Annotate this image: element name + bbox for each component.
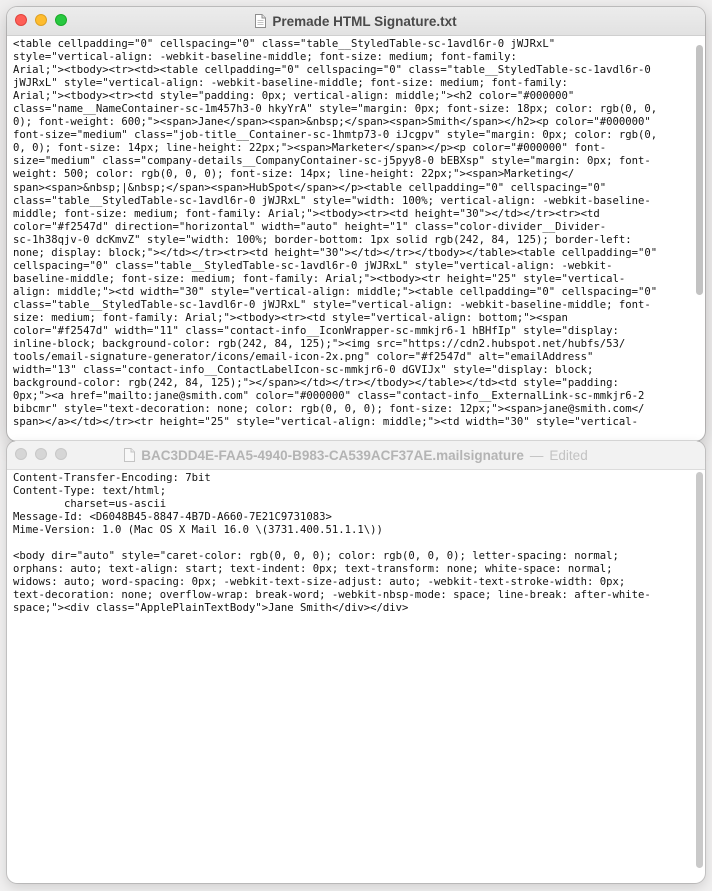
window-titlebar[interactable]: Premade HTML Signature.txt	[7, 7, 705, 36]
minimize-button[interactable]	[35, 14, 47, 26]
text-line: inline-block; background-color: rgb(242,…	[13, 338, 626, 351]
text-line: weight: 500; color: rgb(0, 0, 0); font-s…	[13, 168, 575, 181]
text-line: align: middle;"><td width="30" style="ve…	[13, 285, 658, 298]
text-line: 0px;"><a href="mailto:jane@smith.com" co…	[13, 390, 645, 403]
zoom-button[interactable]	[55, 14, 67, 26]
text-line	[13, 537, 687, 550]
text-line: bibcmr" style="text-decoration: none; co…	[13, 403, 645, 416]
text-line: width="13" class="contact-info__ContactL…	[13, 364, 594, 377]
text-line: charset=us-ascii	[13, 498, 167, 511]
text-line: <table cellpadding="0" cellspacing="0" c…	[13, 38, 556, 50]
text-line: none; display: block;"></td></tr><tr><td…	[13, 246, 658, 259]
text-line: Arial;"><tbody><tr><td style="padding: 0…	[13, 90, 575, 103]
text-document-icon	[124, 448, 136, 462]
text-line: middle; font-size: medium; font-family: …	[13, 207, 600, 220]
text-line: orphans: auto; text-align: start; text-i…	[13, 563, 613, 576]
text-line: sc-1h38qjv-0 dcKmvZ" style="width: 100%;…	[13, 233, 632, 246]
text-line: Mime-Version: 1.0 (Mac OS X Mail 16.0 \(…	[13, 524, 383, 537]
text-document-icon	[255, 14, 267, 28]
text-line: widows: auto; word-spacing: 0px; -webkit…	[13, 576, 626, 589]
text-content-area[interactable]: Content-Transfer-Encoding: 7bit Content-T…	[7, 470, 705, 872]
text-line: 0); font-weight: 600;"><span>Jane</span>…	[13, 116, 651, 129]
window-controls	[15, 448, 67, 460]
text-line: text-decoration: none; overflow-wrap: br…	[13, 589, 651, 602]
close-button[interactable]	[15, 14, 27, 26]
window-title: BAC3DD4E-FAA5-4940-B983-CA539ACF37AE.mai…	[124, 447, 588, 463]
vertical-scrollbar[interactable]	[696, 45, 703, 295]
text-line: <body dir="auto" style="caret-color: rgb…	[13, 550, 619, 563]
edited-status: Edited	[549, 447, 588, 463]
text-line: class="name__NameContainer-sc-1m457h3-0 …	[13, 103, 658, 116]
text-line: cellspacing="0" class="table__StyledTabl…	[13, 259, 613, 272]
text-line: Content-Type: text/html;	[13, 485, 167, 498]
text-line: class="table__StyledTable-sc-1avdl6r-0 j…	[13, 298, 651, 311]
text-line: color="#f2547d" direction="horizontal" w…	[13, 220, 607, 233]
text-line: background-color: rgb(242, 84, 125);"></…	[13, 377, 619, 390]
text-line: space;"><div class="ApplePlainTextBody">…	[13, 602, 409, 615]
close-button[interactable]	[15, 448, 27, 460]
text-content-area[interactable]: <table cellpadding="0" cellspacing="0" c…	[7, 36, 705, 430]
text-line: size: medium; font-family: Arial;"><tbod…	[13, 311, 568, 324]
window-titlebar[interactable]: BAC3DD4E-FAA5-4940-B983-CA539ACF37AE.mai…	[7, 441, 705, 470]
text-line: tools/email-signature-generator/icons/em…	[13, 351, 594, 364]
text-line: baseline-middle; font-size: medium; font…	[13, 272, 626, 285]
text-line: jWJRxL" style="vertical-align: -webkit-b…	[13, 77, 568, 90]
text-line: font-size="medium" class="job-title__Con…	[13, 129, 658, 142]
text-line: size="medium" class="company-details__Co…	[13, 155, 651, 168]
vertical-scrollbar[interactable]	[696, 472, 703, 868]
text-line: Arial;"><tbody><tr><td><table cellpaddin…	[13, 64, 651, 77]
window-title-text: Premade HTML Signature.txt	[272, 13, 457, 29]
text-line: span><span>&nbsp;|&nbsp;</span><span>Hub…	[13, 181, 607, 194]
window-title-text: BAC3DD4E-FAA5-4940-B983-CA539ACF37AE.mai…	[141, 447, 524, 463]
text-line: style="vertical-align: -webkit-baseline-…	[13, 51, 517, 64]
title-separator: —	[529, 447, 544, 463]
text-line: color="#f2547d" width="11" class="contac…	[13, 325, 619, 338]
text-editor-window-premade-signature: Premade HTML Signature.txt <table cellpa…	[7, 7, 705, 441]
text-line: span></a></td></tr><tr height="25" style…	[13, 416, 639, 429]
text-editor-window-mailsignature: BAC3DD4E-FAA5-4940-B983-CA539ACF37AE.mai…	[7, 441, 705, 883]
text-line: Content-Transfer-Encoding: 7bit	[13, 472, 211, 484]
window-controls	[15, 14, 67, 26]
window-title: Premade HTML Signature.txt	[255, 13, 457, 29]
zoom-button[interactable]	[55, 448, 67, 460]
minimize-button[interactable]	[35, 448, 47, 460]
text-line: class="table__StyledTable-sc-1avdl6r-0 j…	[13, 194, 651, 207]
text-line: Message-Id: <D6048B45-8847-4B7D-A660-7E2…	[13, 511, 332, 524]
text-line: 0, 0); font-size: 14px; line-height: 22p…	[13, 142, 607, 155]
